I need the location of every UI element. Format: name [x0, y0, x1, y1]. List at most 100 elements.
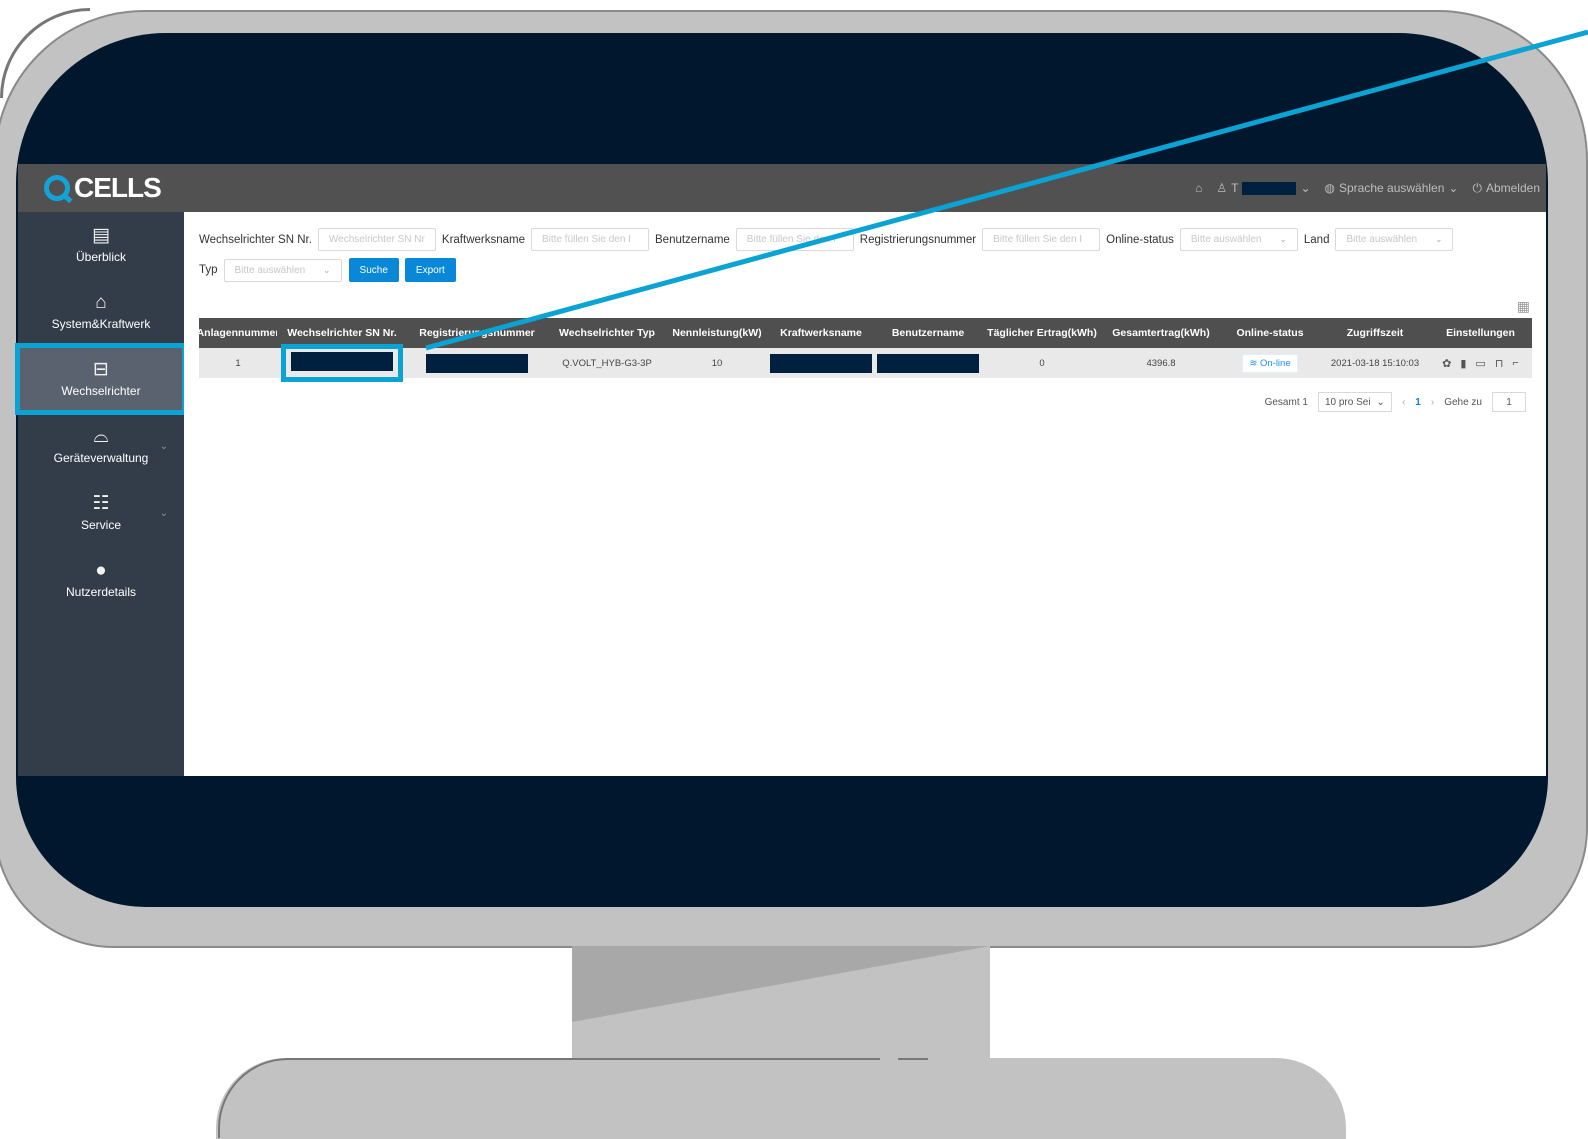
- user-initial: T: [1231, 181, 1239, 195]
- chevron-down-icon: ⌄: [1300, 181, 1311, 195]
- country-filter-select[interactable]: Bitte auswählen ⌄: [1335, 228, 1454, 251]
- chevron-down-icon: ⌄: [159, 441, 168, 452]
- plant-number-cell: 1: [235, 357, 241, 369]
- total-yield-cell: 4396.8: [1146, 357, 1176, 369]
- globe-icon: ◍: [1324, 181, 1335, 195]
- logo-text: CELLS: [74, 172, 162, 203]
- search-button[interactable]: Suche: [348, 258, 399, 282]
- daily-yield-cell: 0: [1039, 357, 1045, 369]
- app-window: CELLS ⌂ ♙ T ⌄ ◍ Sprache auswählen ⌄ ⏻ Ab…: [15, 164, 1546, 776]
- registration-filter-input[interactable]: Bitte füllen Sie den I: [982, 228, 1101, 251]
- user-filter-input[interactable]: Bitte füllen Sie den I: [735, 228, 854, 251]
- user-filter-label: Benutzername: [655, 233, 730, 246]
- country-filter-label: Land: [1303, 233, 1330, 246]
- sidebar-item-label: System&Kraftwerk: [51, 317, 151, 331]
- sidebar-item-system-plant[interactable]: ⌂ System&Kraftwerk: [18, 279, 184, 345]
- chevron-down-icon: ⌄: [1376, 396, 1385, 408]
- message-icon[interactable]: ▭: [1475, 357, 1485, 370]
- column-header[interactable]: Benutzername: [875, 327, 981, 339]
- network-icon: ☷: [92, 493, 110, 514]
- monitor-base-line: [300, 1058, 880, 1060]
- logout-label: Abmelden: [1485, 181, 1540, 195]
- sidebar-item-label: Wechselrichter: [61, 384, 141, 398]
- goto-page-input[interactable]: 1: [1492, 392, 1526, 412]
- sidebar-item-label: Überblick: [75, 250, 126, 264]
- sn-filter-label: Wechselrichter SN Nr.: [199, 233, 312, 246]
- status-text: On-line: [1259, 357, 1291, 369]
- prev-page-icon[interactable]: ‹: [1402, 397, 1405, 408]
- serial-number-cell[interactable]: [277, 344, 407, 382]
- sidebar-item-inverter[interactable]: ⊟ Wechselrichter: [15, 343, 187, 415]
- sidebar-item-label: Geräteverwaltung: [53, 451, 149, 465]
- chart-icon[interactable]: ▮: [1460, 357, 1466, 370]
- total-count: Gesamt 1: [1264, 396, 1308, 408]
- chevron-down-icon: ⌄: [159, 508, 168, 519]
- type-filter-select[interactable]: Bitte auswählen ⌄: [223, 258, 342, 282]
- lock-icon[interactable]: ⊓: [1495, 357, 1504, 370]
- table-row[interactable]: 1 Q.VOLT_HYB-G3-3P 10 0 4396.8 ≋ On-line…: [199, 344, 1532, 382]
- language-selector[interactable]: ◍ Sprache auswählen ⌄: [1325, 181, 1459, 195]
- inverter-icon: ⊟: [93, 359, 109, 380]
- column-settings-icon[interactable]: ▦: [1517, 298, 1530, 315]
- sidebar-item-service[interactable]: ☷ Service ⌄: [18, 480, 184, 546]
- type-filter-placeholder: Bitte auswählen: [234, 264, 306, 276]
- monitor-base-highlight: [218, 1058, 308, 1138]
- gear-icon[interactable]: ✿: [1442, 357, 1451, 370]
- user-filter-placeholder: Bitte füllen Sie den I: [746, 234, 836, 245]
- column-header[interactable]: Wechselrichter SN Nr.: [277, 327, 407, 339]
- filter-row-1: Wechselrichter SN Nr. Wechselrichter SN …: [199, 228, 1454, 251]
- inverter-table: Anlagennummer Wechselrichter SN Nr. Regi…: [199, 318, 1532, 382]
- redacted-serial-number: [291, 352, 393, 371]
- sidebar-item-label: Nutzerdetails: [65, 585, 137, 599]
- sn-filter-input[interactable]: Wechselrichter SN Nr: [317, 228, 436, 251]
- goto-label: Gehe zu: [1444, 396, 1482, 408]
- chevron-down-icon: ⌄: [1448, 181, 1459, 195]
- registration-filter-label: Registrierungsnummer: [859, 233, 977, 246]
- power-icon: ⏻: [1472, 180, 1482, 195]
- column-header[interactable]: Täglicher Ertrag(kWh): [981, 327, 1103, 339]
- home-icon[interactable]: ⌂: [1195, 181, 1202, 195]
- column-header[interactable]: Online-status: [1219, 327, 1321, 339]
- user-icon: ♙: [1216, 181, 1228, 195]
- sidebar-item-device-management[interactable]: ⌓ Geräteverwaltung ⌄: [18, 413, 184, 479]
- user-menu[interactable]: ♙ T ⌄: [1216, 181, 1310, 195]
- column-header[interactable]: Wechselrichter Typ: [547, 327, 667, 339]
- redacted-plant-name: [770, 353, 872, 373]
- crop-icon[interactable]: ⌐: [1512, 357, 1518, 369]
- redacted-registration-number: [426, 353, 528, 373]
- pagination: Gesamt 1 10 pro Sei ⌄ ‹ 1 › Gehe zu 1: [1265, 392, 1526, 412]
- export-button[interactable]: Export: [404, 258, 456, 282]
- inverter-type-cell: Q.VOLT_HYB-G3-3P: [562, 357, 652, 369]
- country-filter-placeholder: Bitte auswählen: [1346, 234, 1418, 245]
- plant-filter-input[interactable]: Bitte füllen Sie den I: [531, 228, 649, 251]
- column-header[interactable]: Zugriffszeit: [1321, 327, 1429, 339]
- user-icon: ●: [95, 560, 107, 581]
- page-size-value: 10 pro Sei: [1324, 396, 1371, 408]
- status-filter-select[interactable]: Bitte auswählen ⌄: [1179, 228, 1298, 251]
- sidebar-item-overview[interactable]: ▤ Überblick: [18, 212, 184, 278]
- column-header[interactable]: Gesamtertrag(kWh): [1103, 327, 1219, 339]
- column-header[interactable]: Anlagennummer: [199, 327, 277, 339]
- status-filter-placeholder: Bitte auswählen: [1190, 234, 1262, 245]
- column-header[interactable]: Registrierungsnummer: [407, 327, 547, 339]
- page-size-select[interactable]: 10 pro Sei ⌄: [1317, 392, 1392, 412]
- column-header[interactable]: Kraftwerksname: [767, 327, 875, 339]
- logo-q-mark: [44, 175, 70, 201]
- logout-button[interactable]: ⏻ Abmelden: [1472, 181, 1540, 196]
- serial-number-highlight: [281, 344, 403, 382]
- monitor-base-line: [898, 1058, 928, 1060]
- sidebar-item-user-details[interactable]: ● Nutzerdetails: [18, 547, 184, 613]
- qcells-logo[interactable]: CELLS: [44, 172, 162, 204]
- username-cell: [875, 353, 981, 373]
- column-header[interactable]: Einstellungen: [1429, 327, 1532, 339]
- monitor-base: [216, 1058, 1346, 1139]
- next-page-icon[interactable]: ›: [1431, 397, 1434, 408]
- registration-number-cell: [407, 353, 547, 373]
- online-status-cell: ≋ On-line: [1219, 353, 1321, 373]
- filter-row-2: Typ Bitte auswählen ⌄ Suche Export: [199, 258, 456, 282]
- page-number[interactable]: 1: [1415, 397, 1421, 408]
- column-header[interactable]: Nennleistung(kW): [667, 327, 767, 339]
- main-content: Wechselrichter SN Nr. Wechselrichter SN …: [184, 212, 1546, 776]
- plant-name-cell: [767, 353, 875, 373]
- redacted-username: [1242, 181, 1297, 195]
